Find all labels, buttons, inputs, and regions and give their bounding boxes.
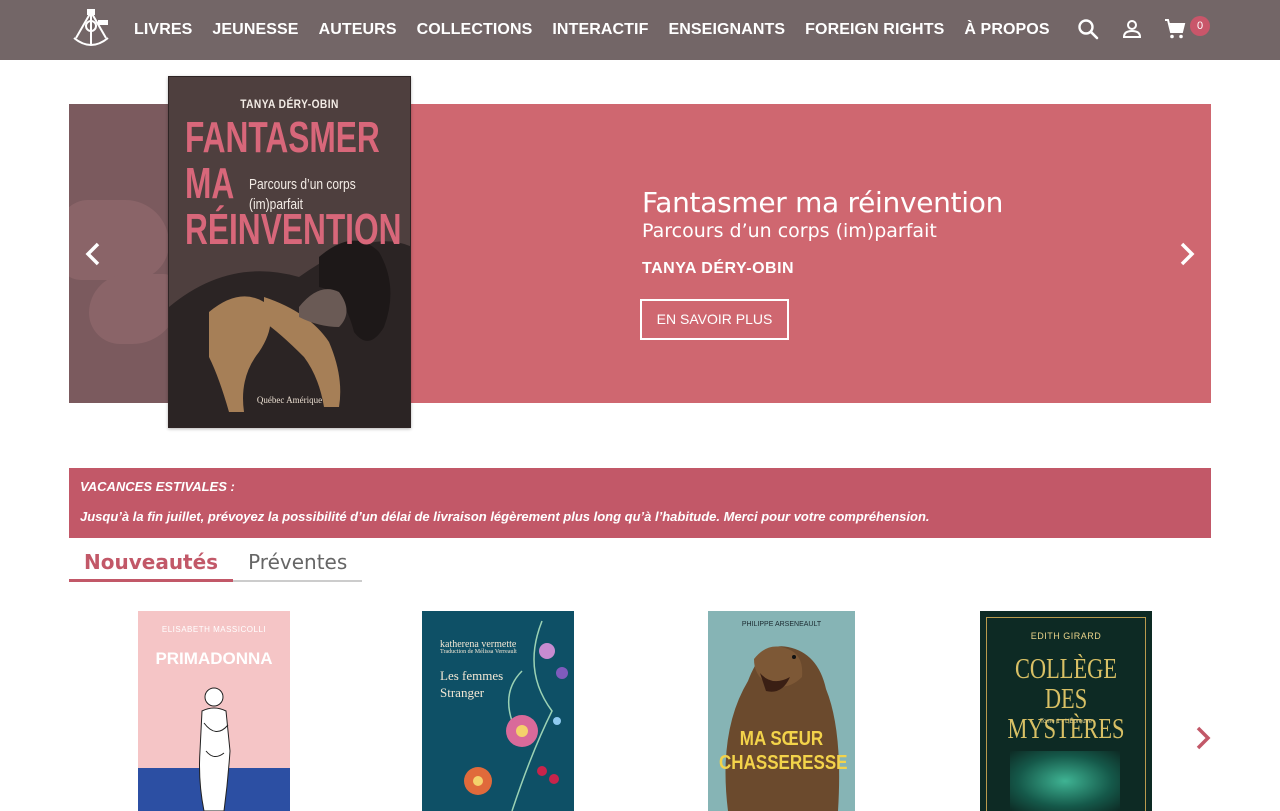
book-title: MA SŒUR CHASSERESSE — [719, 728, 848, 774]
nav-item-enseignants[interactable]: ENSEIGNANTS — [668, 21, 785, 39]
carousel-prev-icon[interactable] — [81, 240, 105, 268]
learn-more-button[interactable]: EN SAVOIR PLUS — [640, 299, 789, 340]
search-icon[interactable] — [1076, 17, 1100, 41]
nav-item-foreign-rights[interactable]: FOREIGN RIGHTS — [805, 21, 944, 39]
top-navigation-bar: LIVRES JEUNESSE AUTEURS COLLECTIONS INTE… — [0, 0, 1280, 60]
notice-title: VACANCES ESTIVALES : — [80, 479, 235, 494]
nav-item-auteurs[interactable]: AUTEURS — [319, 21, 397, 39]
book-author: EDITH GIRARD — [1030, 631, 1102, 641]
book-translator: Traduction de Mélissa Verreault — [440, 649, 517, 655]
decorative-shape — [89, 274, 171, 344]
books-next-icon[interactable] — [1192, 724, 1214, 752]
cover-author: TANYA DÉRY-OBIN — [240, 97, 339, 111]
nav-item-interactif[interactable]: INTERACTIF — [552, 21, 648, 39]
hero-subtitle: Parcours d’un corps (im)parfait — [642, 220, 937, 242]
nav-item-a-propos[interactable]: À PROPOS — [964, 21, 1049, 39]
book-cover-primadonna[interactable]: ELISABETH MASSICOLLI PRIMADONNA — [138, 611, 290, 811]
carousel-next-icon[interactable] — [1175, 240, 1199, 268]
book-cover-ma-soeur-chasseresse[interactable]: PHILIPPE ARSENEAULT MA SŒUR CHASSERESSE — [708, 611, 855, 811]
book-tome: Tome 1 - L'Épreuve — [1040, 719, 1092, 725]
nav-item-livres[interactable]: LIVRES — [134, 21, 192, 39]
account-icon[interactable] — [1120, 17, 1144, 41]
notice-text: Jusqu’à la fin juillet, prévoyez la poss… — [80, 509, 930, 524]
tab-nouveautes[interactable]: Nouveautés — [69, 546, 234, 582]
cover-bear-illustration — [725, 646, 840, 811]
cover-glow — [1010, 751, 1120, 811]
cover-figure-illustration — [199, 687, 231, 811]
cart-icon[interactable] — [1163, 17, 1187, 41]
cover-publisher: Québec Amérique — [256, 395, 323, 405]
hero-book-cover[interactable]: TANYA DÉRY-OBIN FANTASMER MA RÉINVENTION… — [168, 76, 411, 428]
hero-author[interactable]: TANYA DÉRY-OBIN — [642, 260, 794, 278]
nav-item-jeunesse[interactable]: JEUNESSE — [212, 21, 298, 39]
book-title: COLLÈGE DES MYSTÈRES — [1007, 654, 1125, 745]
book-tabs: Nouveautés Préventes — [69, 546, 363, 582]
main-menu: LIVRES JEUNESSE AUTEURS COLLECTIONS INTE… — [134, 0, 1050, 60]
hero-title: Fantasmer ma réinvention — [642, 186, 1004, 219]
cover-subtitle: Parcours d’un corps (im)parfait — [249, 176, 356, 213]
book-title: Les femmes Stranger — [440, 668, 504, 700]
cart-count-badge: 0 — [1190, 16, 1210, 36]
book-author: ELISABETH MASSICOLLI — [161, 625, 267, 634]
sextant-logo-icon[interactable] — [68, 8, 114, 50]
tab-preventes[interactable]: Préventes — [233, 546, 363, 582]
book-cover-les-femmes-stranger[interactable]: katherena vermette Traduction de Mélissa… — [422, 611, 574, 811]
book-cover-college-des-mysteres[interactable]: EDITH GIRARD COLLÈGE DES MYSTÈRES Tome 1… — [980, 611, 1152, 811]
shipping-notice-banner: VACANCES ESTIVALES : Jusqu’à la fin juil… — [69, 468, 1211, 538]
nav-item-collections[interactable]: COLLECTIONS — [417, 21, 533, 39]
book-title: PRIMADONNA — [155, 649, 273, 668]
book-author: PHILIPPE ARSENEAULT — [741, 621, 822, 628]
